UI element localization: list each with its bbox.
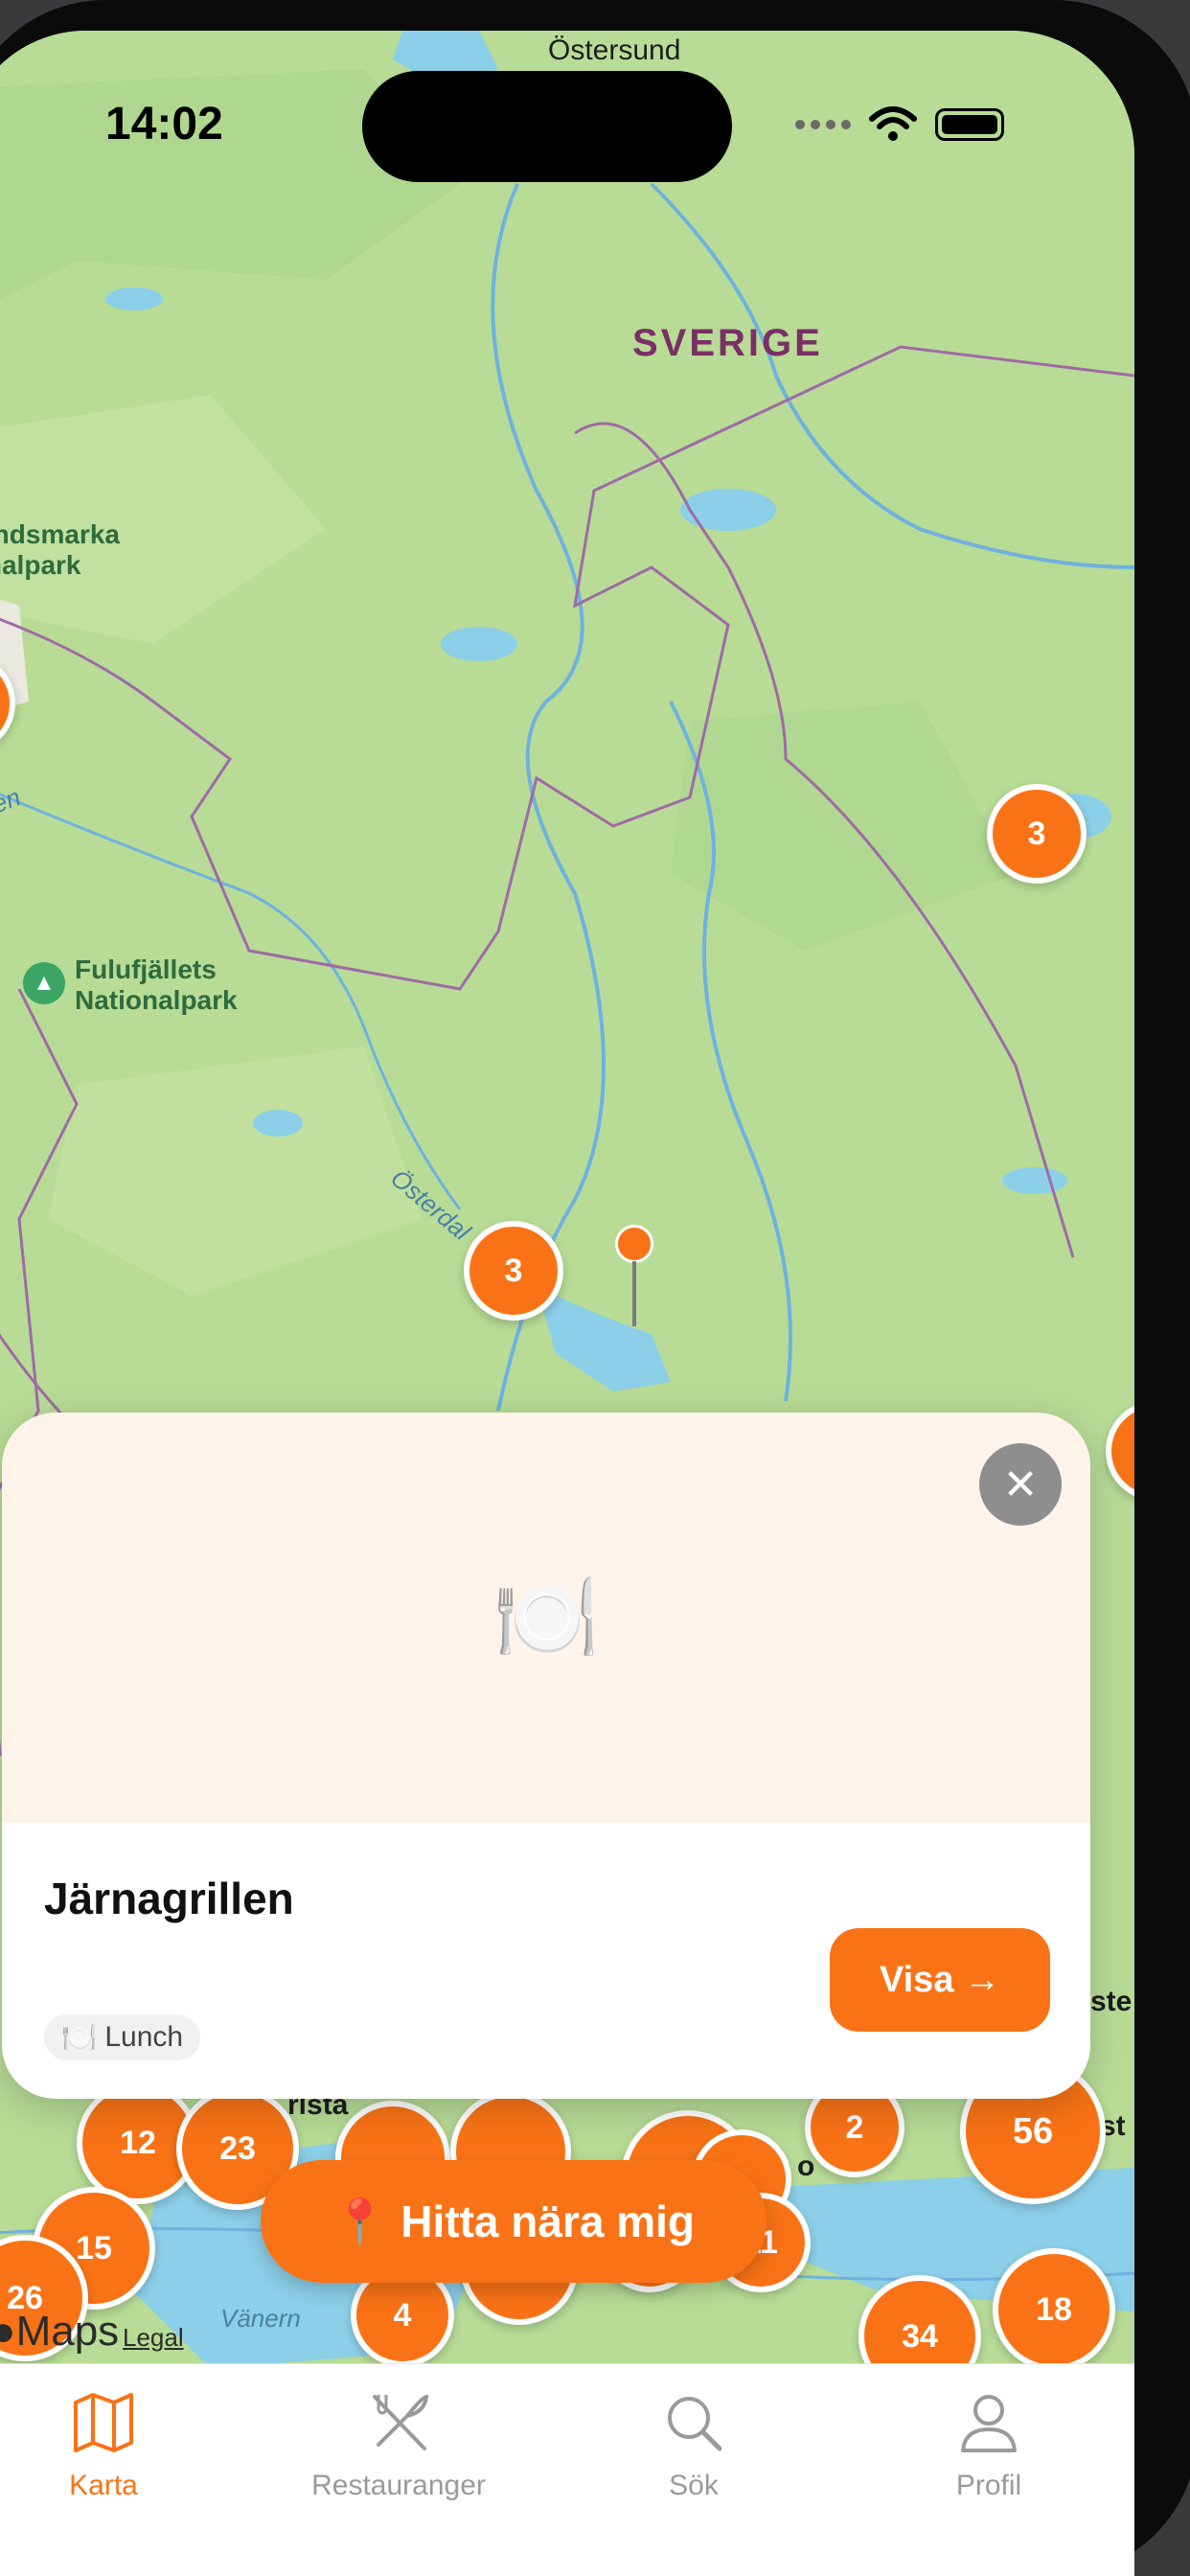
tab-profil[interactable]: Profil [874,2389,1104,2502]
restaurant-name: Järnagrillen [44,1874,294,1923]
map-icon [74,2393,133,2452]
find-near-me-label: Hitta nära mig [400,2196,695,2246]
city-label-partial: ste [1090,1986,1133,2017]
person-icon [961,2395,1017,2452]
category-tag-label: Lunch [104,2021,184,2053]
tab-sok[interactable]: Sök [579,2389,809,2502]
cluster-marker[interactable]: 18 [993,2248,1115,2371]
restaurant-pin[interactable] [615,1225,653,1330]
find-near-me-button[interactable]: 📍 Hitta nära mig [261,2160,767,2283]
search-icon [668,2397,722,2451]
city-label-partial: o [797,2150,815,2182]
fork-knife-icon [373,2394,429,2450]
apple-maps-logo: ●Maps [0,2308,120,2355]
tab-label: Karta [69,2470,138,2501]
category-tag: 🍽️ Lunch [44,2014,201,2060]
tab-label: Sök [669,2470,719,2501]
tab-karta[interactable]: Karta [0,2389,218,2502]
status-icons [795,105,1004,144]
dynamic-island [362,71,732,182]
screen: Östersund SVERIGE aundsmarka ionalpark ▲… [0,31,1134,2576]
battery-icon [935,108,1004,141]
tab-label: Restauranger [311,2470,486,2501]
phone-frame: Östersund SVERIGE aundsmarka ionalpark ▲… [0,0,1190,2576]
tab-restauranger[interactable]: Restauranger [284,2389,514,2502]
view-button[interactable]: Visa → [830,1928,1050,2032]
restaurant-card[interactable]: 🍽️ ✕ Järnagrillen 🍽️ Lunch Visa → [2,1413,1090,2099]
legal-link[interactable]: Legal [123,2323,184,2353]
park-label: Fulufjällets Nationalpark [75,954,238,1015]
city-label: Östersund [548,34,681,66]
cluster-marker[interactable]: 3 [987,784,1087,884]
signal-icon [795,120,851,129]
water-label: Vänern [220,2304,301,2333]
close-button[interactable]: ✕ [979,1443,1062,1526]
tree-icon: ▲ [23,962,65,1004]
park-label: aundsmarka ionalpark [0,519,120,580]
wifi-icon [869,106,917,141]
tab-label: Profil [955,2470,1022,2501]
country-label: SVERIGE [632,322,823,364]
plate-icon: 🍽️ [61,2021,98,2054]
card-image-placeholder: 🍽️ [2,1413,1090,1823]
cluster-marker[interactable]: 3 [464,1221,563,1321]
tab-bar: Karta Restauranger Sök Profil [0,2363,1134,2576]
pin-icon: 📍 [332,2196,388,2246]
status-time: 14:02 [105,99,223,150]
